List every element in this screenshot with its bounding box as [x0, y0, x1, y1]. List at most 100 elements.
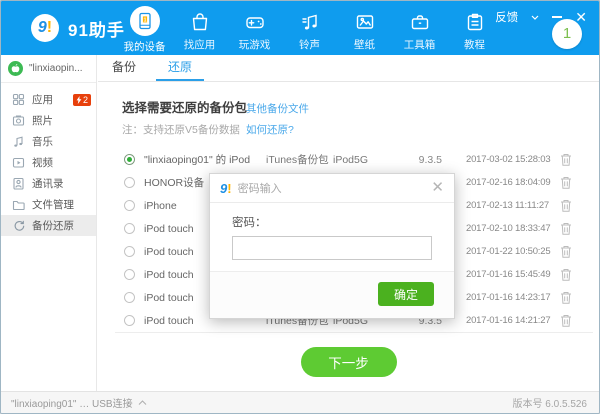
nav-wallpapers[interactable]: 壁纸: [337, 1, 392, 55]
how-to-restore-link[interactable]: 如何还原?: [246, 122, 587, 137]
trash-icon[interactable]: [560, 153, 574, 166]
backup-date: 2017-03-02 15:28:03: [466, 154, 554, 165]
sidebar-item-label: 备份还原: [32, 218, 74, 233]
nav-label: 找应用: [184, 37, 216, 52]
shopping-bag-icon: [189, 10, 211, 34]
radio-button[interactable]: [124, 292, 135, 303]
confirm-button[interactable]: 确定: [378, 282, 434, 306]
sidebar-item-videos[interactable]: 视频: [1, 152, 96, 173]
trash-icon[interactable]: [560, 176, 574, 189]
dialog-footer: 确定: [210, 271, 454, 318]
device-status-text: "linxiaoping01" … USB连接: [11, 395, 133, 410]
feedback-link[interactable]: 反馈: [495, 9, 518, 25]
backup-date: 2017-02-10 18:33:47: [466, 223, 554, 234]
backup-date: 2017-01-16 14:23:17: [466, 292, 554, 303]
nav-label: 工具箱: [404, 37, 436, 52]
backup-type: iTunes备份包: [256, 152, 328, 167]
apps-grid-icon: [12, 93, 25, 106]
gamepad-icon: [244, 10, 266, 34]
minimize-button[interactable]: [552, 16, 562, 18]
trash-icon[interactable]: [560, 245, 574, 258]
other-backup-files-link[interactable]: 其他备份文件: [246, 101, 587, 116]
sidebar-item-photos[interactable]: 照片: [1, 110, 96, 131]
apple-logo-icon: [8, 61, 23, 76]
radio-button[interactable]: [124, 315, 135, 326]
chevron-down-icon[interactable]: [531, 15, 539, 20]
app-logo: 9! 91助手: [31, 14, 125, 42]
backup-date: 2017-01-16 15:45:49: [466, 269, 554, 280]
radio-button[interactable]: [124, 223, 135, 234]
toolbox-icon: [409, 10, 431, 34]
nav-label: 玩游戏: [239, 37, 271, 52]
dialog-close-icon[interactable]: ✕: [431, 181, 444, 195]
password-label: 密码：: [232, 214, 432, 230]
backup-date: 2017-02-13 11:11:27: [466, 200, 554, 211]
nav-games[interactable]: 玩游戏: [227, 1, 282, 55]
backup-model: iPod5G: [328, 154, 402, 166]
nav-label: 壁纸: [354, 37, 375, 52]
radio-button[interactable]: [124, 246, 135, 257]
sidebar-item-backup-restore[interactable]: 备份还原: [1, 215, 96, 236]
sidebar-item-label: 视频: [32, 155, 53, 170]
wallpaper-icon: [354, 10, 376, 34]
page-title: 选择需要还原的备份包: [122, 97, 246, 116]
tab-bar: 备份 还原: [98, 55, 599, 82]
password-dialog: 9! 密码输入 ✕ 密码： 确定: [209, 173, 455, 319]
logo-91-icon: 9!: [220, 181, 232, 196]
svg-text:1: 1: [143, 17, 146, 23]
password-input[interactable]: [232, 236, 432, 260]
nav-label: 我的设备: [124, 39, 166, 54]
sidebar-item-label: 音乐: [32, 134, 53, 149]
backup-row[interactable]: "linxiaoping01" 的 iPod iTunes备份包 iPod5G …: [122, 148, 587, 171]
photo-icon: [12, 114, 25, 127]
music-note-icon: [299, 10, 321, 34]
sidebar-item-files[interactable]: 文件管理: [1, 194, 96, 215]
sidebar-item-contacts[interactable]: 通讯录: [1, 173, 96, 194]
nav-my-device[interactable]: 1 我的设备: [117, 1, 172, 55]
dialog-titlebar: 9! 密码输入 ✕: [210, 174, 454, 203]
tab-restore[interactable]: 还原: [156, 55, 204, 81]
sidebar-device[interactable]: "linxiaopin...: [1, 55, 96, 83]
radio-button[interactable]: [124, 269, 135, 280]
radio-button[interactable]: [124, 177, 135, 188]
notification-badge[interactable]: 1: [552, 19, 582, 49]
tab-backup[interactable]: 备份: [100, 55, 148, 81]
trash-icon[interactable]: [560, 268, 574, 281]
folder-icon: [12, 198, 25, 211]
music-note-icon: [12, 135, 25, 148]
backup-version: 9.3.5: [402, 154, 442, 166]
nav-tutorials[interactable]: 教程: [447, 1, 502, 55]
sidebar-item-label: 应用: [32, 92, 53, 107]
backup-date: 2017-02-16 18:04:09: [466, 177, 554, 188]
nav-toolbox[interactable]: 工具箱: [392, 1, 447, 55]
sync-arrows-icon: [12, 219, 25, 232]
top-navigation: 1 我的设备 找应用 玩游戏 铃声: [117, 1, 502, 55]
sidebar-item-label: 文件管理: [32, 197, 74, 212]
trash-icon[interactable]: [560, 291, 574, 304]
sidebar: "linxiaopin... 应用 2 照片 音乐 视频 通讯录: [1, 55, 97, 391]
nav-label: 教程: [464, 37, 485, 52]
nav-find-apps[interactable]: 找应用: [172, 1, 227, 55]
sidebar-item-apps[interactable]: 应用 2: [1, 89, 96, 110]
radio-button[interactable]: [124, 154, 135, 165]
sidebar-item-music[interactable]: 音乐: [1, 131, 96, 152]
backup-date: 2017-01-16 14:21:27: [466, 315, 554, 326]
close-button[interactable]: ✕: [575, 12, 587, 22]
connected-device-status[interactable]: "linxiaoping01" … USB连接: [11, 395, 147, 410]
radio-button[interactable]: [124, 200, 135, 211]
my-device-icon: 1: [130, 6, 160, 36]
trash-icon[interactable]: [560, 314, 574, 327]
divider: [115, 332, 593, 333]
trash-icon[interactable]: [560, 222, 574, 235]
backup-date: 2017-01-22 10:50:25: [466, 246, 554, 257]
sidebar-menu: 应用 2 照片 音乐 视频 通讯录 文件管理: [1, 89, 96, 236]
app-window: 9! 91助手 1 我的设备 找应用 玩游戏: [0, 0, 600, 414]
nav-ringtones[interactable]: 铃声: [282, 1, 337, 55]
trash-icon[interactable]: [560, 199, 574, 212]
sidebar-item-label: 通讯录: [32, 176, 64, 191]
backup-name: "linxiaoping01" 的 iPod: [144, 152, 256, 167]
next-step-button[interactable]: 下一步: [301, 347, 397, 377]
dialog-title: 密码输入: [238, 180, 282, 196]
video-icon: [12, 156, 25, 169]
sidebar-item-label: 照片: [32, 113, 53, 128]
